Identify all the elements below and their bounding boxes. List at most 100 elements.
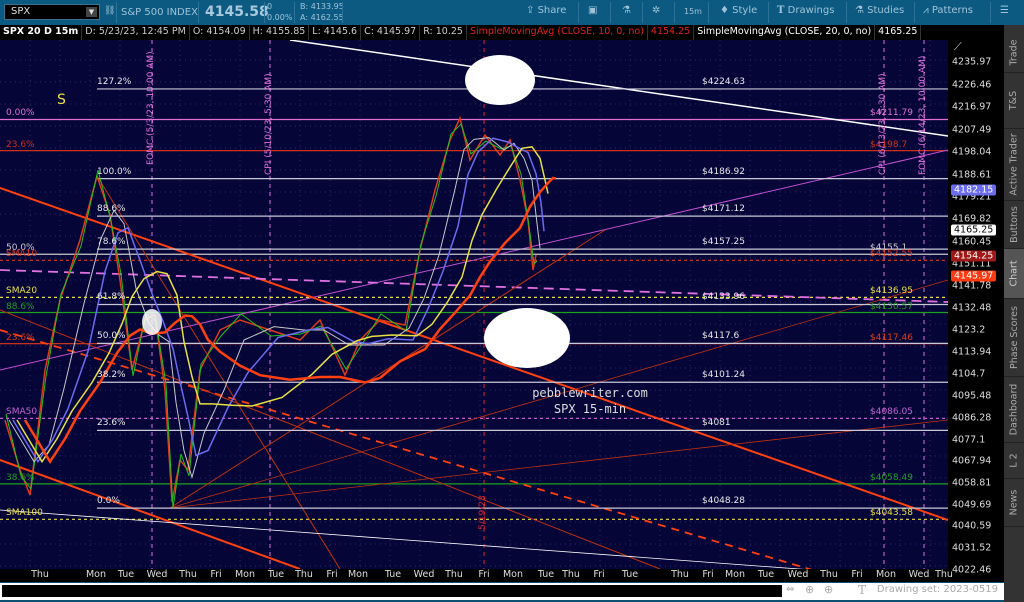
time-tick: Mon [347, 569, 369, 580]
side-tab-chart[interactable]: Chart [1004, 249, 1024, 299]
text-tool-icon[interactable]: T [858, 583, 866, 597]
patterns-button[interactable]: ⩘ Patterns [923, 5, 973, 16]
price-tick: 4169.82 [952, 213, 992, 225]
fib-percent-label: 78.6% [97, 237, 126, 248]
time-tick: Tue [117, 569, 135, 580]
price-tick: 4123.2 [952, 324, 986, 336]
studies-label: Studies [867, 5, 905, 16]
ask-price: A: 4162.55 [300, 13, 344, 22]
price-tick: 4067.94 [952, 455, 992, 467]
style-button[interactable]: ♦ Style [720, 5, 757, 16]
flask-icon: ⚗ [855, 5, 864, 16]
price-tick: 4113.94 [952, 346, 992, 358]
fib-percent-label: 127.2% [97, 76, 132, 87]
autoscale-icon[interactable]: ⟋ [954, 40, 962, 54]
side-tab-active-trader[interactable]: Active Trader [1004, 129, 1024, 201]
price-tick: 4207.49 [952, 124, 992, 136]
scrollbar-track[interactable] [2, 585, 782, 597]
time-tick: Thu [671, 569, 689, 580]
fib-percent-label: 61.8% [97, 292, 126, 303]
event-label: FOMC (5/3/23, 10:00 AM) [146, 51, 156, 165]
top-toolbar: SPX ▼ ⛓ S&P 500 INDEX 4145.58 0 0.00% B: … [0, 0, 1024, 25]
bid-price: B: 4133.95 [300, 2, 344, 11]
alert-icon[interactable]: ▣ [588, 5, 597, 16]
price-tick: 4022.46 [952, 564, 992, 575]
side-tab-phase-scores[interactable]: Phase Scores [1004, 299, 1024, 377]
level-left-label: 23.6% [6, 139, 35, 150]
crosshair-icon[interactable]: ⊕ [805, 583, 814, 596]
studies-button[interactable]: ⚗ Studies [855, 5, 904, 16]
side-tab-label: Active Trader [1008, 133, 1020, 196]
sma20-label: SimpleMovingAvg (CLOSE, 20, 0, no) [694, 25, 876, 40]
menu-list-icon[interactable]: ☰ [1000, 5, 1009, 16]
highlight-ellipse [484, 308, 570, 368]
level-right-label: $4086.05 [870, 407, 913, 418]
time-tick: Thu [445, 569, 463, 580]
time-axis[interactable]: Thu Mon Tue Wed Thu Fri Mon Tue Thu Fri Mon Tue Wed T… [0, 569, 953, 582]
link-icon[interactable]: ⛓ [104, 6, 115, 16]
time-tick: Fri [210, 569, 222, 580]
share-icon: ⇪ [526, 5, 535, 16]
time-tick: Thu [820, 569, 838, 580]
time-tick: Tue [621, 569, 639, 580]
price-tick: 4095.48 [952, 390, 992, 402]
level-left-label: 0.00% [6, 108, 35, 119]
time-tick: Fri [593, 569, 605, 580]
level-right-label: $4211.79 [870, 108, 913, 119]
share-button[interactable]: ⇪ Share [526, 5, 566, 16]
side-tab-trade[interactable]: Trade [1004, 33, 1024, 73]
price-tick: 4104.7 [952, 368, 986, 380]
side-tab-dashboard[interactable]: Dashboard [1004, 377, 1024, 443]
symbol-input[interactable]: SPX ▼ [4, 4, 100, 20]
level-left-label: 38.6% [6, 472, 35, 483]
chevron-down-icon[interactable]: ▼ [86, 7, 97, 17]
time-tick: Fri [478, 569, 490, 580]
level-right-label: $4136.95 [870, 286, 913, 297]
settings-gear-icon[interactable]: ✲ [652, 5, 660, 16]
pan-icon[interactable]: ⇔ [786, 584, 794, 595]
time-tick: Thu [179, 569, 197, 580]
side-tab-t-s[interactable]: T&S [1004, 73, 1024, 129]
side-tab-l-2[interactable]: L 2 [1004, 443, 1024, 479]
side-tab-news[interactable]: News [1004, 479, 1024, 527]
price-tick: 4235.97 [952, 56, 992, 68]
fib-price-label: $4048.28 [702, 496, 745, 507]
time-tick: Tue [384, 569, 402, 580]
bar-open: O: 4154.09 [190, 25, 250, 40]
drawings-button[interactable]: T Drawings [777, 5, 834, 16]
fib-percent-label: 38.2% [97, 370, 126, 381]
price-badge: 4182.15 [951, 184, 997, 196]
side-tab-label: Chart [1008, 260, 1020, 287]
interval-button[interactable]: 15m [684, 7, 702, 16]
level-right-label: $4152.55 [870, 249, 913, 260]
time-tick: Fri [702, 569, 714, 580]
fib-price-label: $4157.25 [702, 237, 745, 248]
price-tick: 4058.81 [952, 477, 992, 489]
candle-icon: ♦ [720, 5, 729, 16]
price-chart[interactable]: FOMC (5/3/23, 10:00 AM) CPI (5/10/23, 5:3… [0, 40, 948, 569]
style-label: Style [732, 5, 758, 16]
side-tab-buttons[interactable]: Buttons [1004, 201, 1024, 249]
time-tick: Thu [31, 569, 49, 580]
price-tick: 4040.59 [952, 520, 992, 532]
flask-icon[interactable]: ⚗ [622, 5, 631, 16]
fib-price-label: $4101.24 [702, 370, 745, 381]
time-tick: Tue [267, 569, 285, 580]
zoom-icon[interactable]: ⊕ [824, 583, 833, 596]
time-tick: Thu [562, 569, 580, 580]
price-tick: 4049.69 [952, 499, 992, 511]
level-left-label: 23.6% [6, 332, 35, 343]
trendline [289, 40, 948, 137]
patterns-label: Patterns [931, 5, 974, 16]
side-tabs: Trade T&S Active Trader Buttons Chart Phase S… [1004, 25, 1024, 602]
level-right-label: $4058.49 [870, 472, 913, 483]
event-label: CPI (6/13/23, 5:30 AM) [878, 73, 888, 175]
chart-info-bar: SPX 20 D 15m D: 5/23/23, 12:45 PM O: 415… [0, 25, 1004, 40]
price-tick: 4226.46 [952, 79, 992, 91]
price-axis[interactable]: ⟋ 4235.97 4226.46 4216.97 4207.49 4198.04 418… [948, 40, 1004, 582]
price-tick: 4160.45 [952, 236, 992, 247]
drawing-set-label[interactable]: Drawing set: 2023-0519 [877, 584, 998, 595]
price-tick: 4198.04 [952, 146, 992, 158]
sma10-value: 4154.25 [648, 25, 695, 40]
chart-canvas[interactable] [0, 40, 948, 569]
